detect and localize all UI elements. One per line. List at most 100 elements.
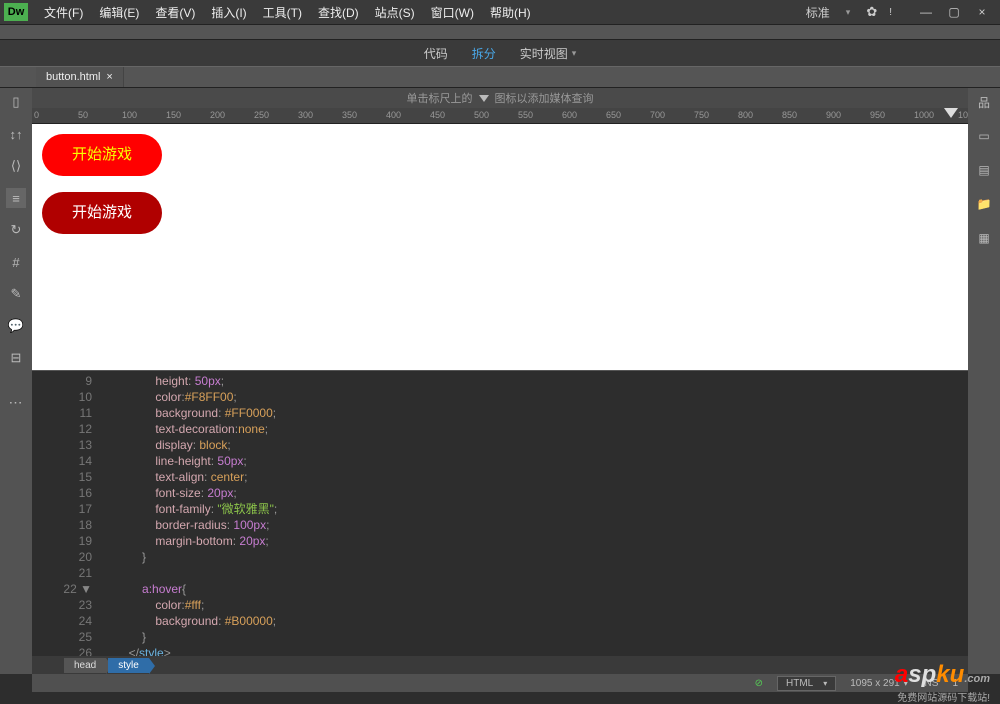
ruler-tick: 550 <box>518 110 533 120</box>
menu-view[interactable]: 查看(V) <box>147 0 203 25</box>
code-line[interactable]: } <box>102 629 968 645</box>
language-label: HTML <box>786 678 813 689</box>
menu-tools[interactable]: 工具(T) <box>255 0 310 25</box>
code-line[interactable]: border-radius: 100px; <box>102 517 968 533</box>
code-line[interactable] <box>102 565 968 581</box>
sync-icon[interactable]: ! <box>889 7 892 18</box>
ruler-tick: 650 <box>606 110 621 120</box>
code-line[interactable]: background: #FF0000; <box>102 405 968 421</box>
code-line[interactable]: a:hover{ <box>102 581 968 597</box>
tag-crumb-style[interactable]: style <box>108 658 149 673</box>
file-nav-icon[interactable]: ▯ <box>6 92 26 112</box>
view-split-button[interactable]: 拆分 <box>472 45 496 62</box>
preview-button-normal[interactable]: 开始游戏 <box>42 134 162 176</box>
code-line[interactable]: line-height: 50px; <box>102 453 968 469</box>
line-number: 17 <box>32 501 92 517</box>
collapse-icon[interactable]: ⊟ <box>6 348 26 368</box>
ruler-scrub-handle[interactable] <box>944 108 958 124</box>
line-number: 10 <box>32 389 92 405</box>
ruler-tick: 400 <box>386 110 401 120</box>
tab-close-icon[interactable]: × <box>106 71 112 83</box>
gear-icon[interactable]: ✿ <box>866 4 877 20</box>
refresh-icon[interactable]: ↻ <box>6 220 26 240</box>
ruler-tick: 850 <box>782 110 797 120</box>
code-line[interactable]: display: block; <box>102 437 968 453</box>
mq-hint-suffix: 图标以添加媒体查询 <box>495 90 594 106</box>
related-files-icon[interactable]: ↕↑ <box>6 124 26 144</box>
menu-help[interactable]: 帮助(H) <box>482 0 539 25</box>
expand-icon[interactable]: ⟨⟩ <box>6 156 26 176</box>
code-line[interactable]: font-family: "微软雅黑"; <box>102 501 968 517</box>
close-button[interactable]: × <box>968 2 996 22</box>
format-icon[interactable]: ≡ <box>6 188 26 208</box>
dom-panel-icon[interactable]: ▦ <box>974 228 994 248</box>
document-tab[interactable]: button.html × <box>36 67 124 87</box>
main-menu: 文件(F) 编辑(E) 查看(V) 插入(I) 工具(T) 查找(D) 站点(S… <box>36 0 806 25</box>
code-editor-pane[interactable]: 910111213141516171819202122 ▼23242526272… <box>32 370 968 656</box>
tag-crumb-head[interactable]: head <box>64 658 106 673</box>
workspace-label[interactable]: 标准 <box>806 4 830 21</box>
code-line[interactable]: margin-bottom: 20px; <box>102 533 968 549</box>
ruler-tick: 700 <box>650 110 665 120</box>
ruler-tick: 500 <box>474 110 489 120</box>
menu-insert[interactable]: 插入(I) <box>203 0 254 25</box>
ruler-tick: 950 <box>870 110 885 120</box>
media-query-hint-bar[interactable]: 单击标尺上的 图标以添加媒体查询 <box>32 88 968 108</box>
code-line[interactable]: } <box>102 549 968 565</box>
code-line[interactable]: </style> <box>102 645 968 656</box>
line-number: 14 <box>32 453 92 469</box>
menu-edit[interactable]: 编辑(E) <box>91 0 147 25</box>
assets-icon[interactable]: 📁 <box>974 194 994 214</box>
toolbar-spacer <box>0 24 1000 40</box>
view-code-button[interactable]: 代码 <box>424 45 448 62</box>
ruler-tick: 0 <box>34 110 39 120</box>
line-number: 22 ▼ <box>32 581 92 597</box>
code-line[interactable]: text-decoration:none; <box>102 421 968 437</box>
brush-icon[interactable]: ✎ <box>6 284 26 304</box>
code-line[interactable]: font-size: 20px; <box>102 485 968 501</box>
menu-find[interactable]: 查找(D) <box>310 0 367 25</box>
css-designer-icon[interactable]: 品 <box>974 92 994 112</box>
line-number: 9 <box>32 373 92 389</box>
comment-icon[interactable]: 💬 <box>6 316 26 336</box>
more-icon[interactable]: ⋯ <box>6 392 26 412</box>
code-line[interactable]: color:#fff; <box>102 597 968 613</box>
code-line[interactable]: text-align: center; <box>102 469 968 485</box>
workspace-dropdown-icon[interactable]: ▾ <box>846 7 851 18</box>
mq-hint-prefix: 单击标尺上的 <box>407 90 473 106</box>
ruler-tick: 750 <box>694 110 709 120</box>
titlebar-right: 标准 ▾ ✿ ! — ▢ × <box>806 2 996 22</box>
line-number: 23 <box>32 597 92 613</box>
menu-window[interactable]: 窗口(W) <box>423 0 482 25</box>
snippets-icon[interactable]: ▤ <box>974 160 994 180</box>
ruler-tick: 150 <box>166 110 181 120</box>
ruler-tick: 50 <box>78 110 88 120</box>
ruler-tick: 450 <box>430 110 445 120</box>
error-check-icon[interactable]: ⊘ <box>755 678 763 689</box>
code-line[interactable]: color:#F8FF00; <box>102 389 968 405</box>
menu-site[interactable]: 站点(S) <box>367 0 423 25</box>
preview-button-hover[interactable]: 开始游戏 <box>42 192 162 234</box>
minimize-button[interactable]: — <box>912 2 940 22</box>
view-live-label: 实时视图 <box>520 45 568 62</box>
maximize-button[interactable]: ▢ <box>940 2 968 22</box>
line-number: 12 <box>32 421 92 437</box>
menu-file[interactable]: 文件(F) <box>36 0 91 25</box>
live-preview-pane[interactable]: 开始游戏 开始游戏 <box>32 124 968 370</box>
code-content[interactable]: height: 50px; color:#F8FF00; background:… <box>102 371 968 656</box>
code-line[interactable]: background: #B00000; <box>102 613 968 629</box>
dims-label: 1095 x 291 <box>850 678 900 689</box>
line-number: 25 <box>32 629 92 645</box>
ruler-tick: 800 <box>738 110 753 120</box>
code-line[interactable]: height: 50px; <box>102 373 968 389</box>
files-panel-icon[interactable]: ▭ <box>974 126 994 146</box>
targets-icon[interactable]: # <box>6 252 26 272</box>
line-number: 20 <box>32 549 92 565</box>
language-selector[interactable]: HTML ▾ <box>777 676 836 691</box>
ruler-tick: 1050 <box>958 110 968 120</box>
horizontal-ruler[interactable]: 0501001502002503003504004505005506006507… <box>32 108 968 124</box>
watermark-logo: aspku.com <box>895 661 990 689</box>
main-editor: 单击标尺上的 图标以添加媒体查询 05010015020025030035040… <box>32 88 968 674</box>
view-live-dropdown[interactable]: 实时视图 ▾ <box>520 45 577 62</box>
window-controls: — ▢ × <box>912 2 996 22</box>
